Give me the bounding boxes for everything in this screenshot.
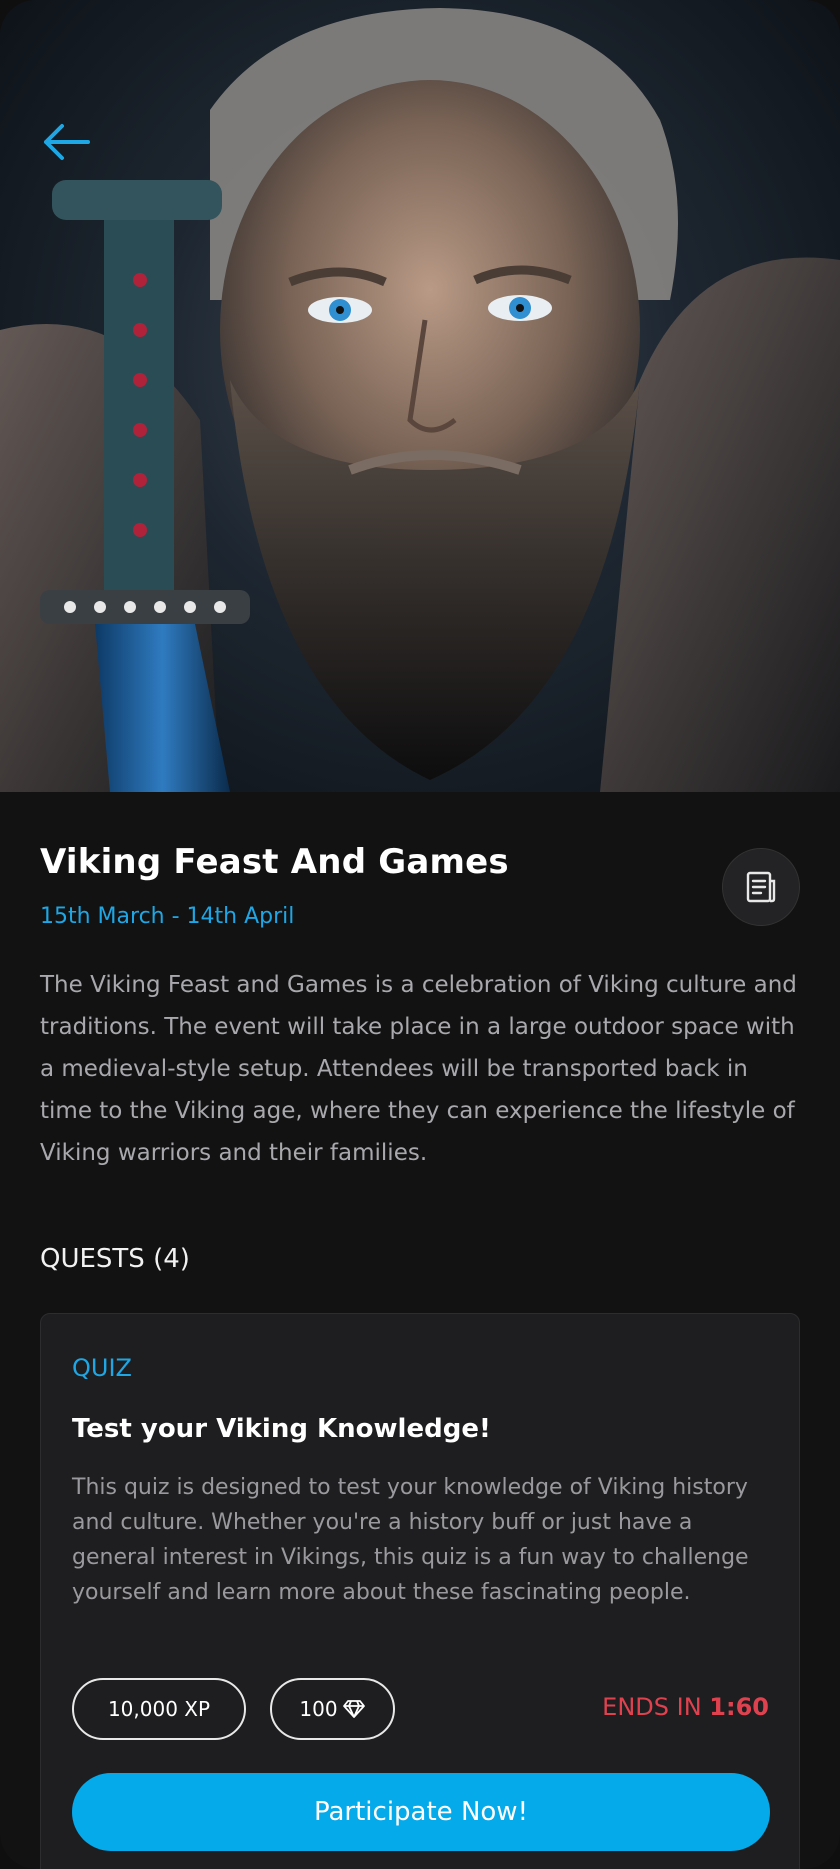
- event-title: Viking Feast And Games: [40, 842, 509, 882]
- xp-reward-badge: 10,000 XP: [72, 1678, 246, 1740]
- quest-card: QUIZ Test your Viking Knowledge! This qu…: [40, 1313, 800, 1869]
- quest-title: Test your Viking Knowledge!: [72, 1414, 491, 1444]
- hero-image: [0, 0, 840, 792]
- diamond-icon: [342, 1700, 365, 1718]
- countdown-prefix: ENDS IN: [602, 1693, 702, 1721]
- gem-reward-label: 100: [299, 1697, 338, 1721]
- participate-now-button[interactable]: Participate Now!: [72, 1773, 770, 1851]
- event-detail-screen: Viking Feast And Games 15th March - 14th…: [0, 0, 840, 1869]
- event-description: The Viking Feast and Games is a celebrat…: [40, 972, 797, 1166]
- back-button[interactable]: [36, 118, 96, 168]
- quest-type-label: QUIZ: [72, 1354, 132, 1382]
- document-icon: [746, 871, 776, 903]
- gem-reward-badge: 100: [270, 1678, 395, 1740]
- xp-reward-label: 10,000 XP: [107, 1697, 211, 1721]
- quest-description: This quiz is designed to test your knowl…: [72, 1475, 749, 1605]
- arrow-left-icon: [44, 124, 90, 160]
- event-dates: 15th March - 14th April: [40, 904, 295, 929]
- quest-countdown: ENDS IN 1:60: [602, 1693, 769, 1721]
- viking-portrait-image: [0, 8, 840, 792]
- event-details-button[interactable]: [722, 848, 800, 926]
- countdown-time: 1:60: [709, 1693, 769, 1721]
- quests-heading: QUESTS (4): [40, 1244, 190, 1274]
